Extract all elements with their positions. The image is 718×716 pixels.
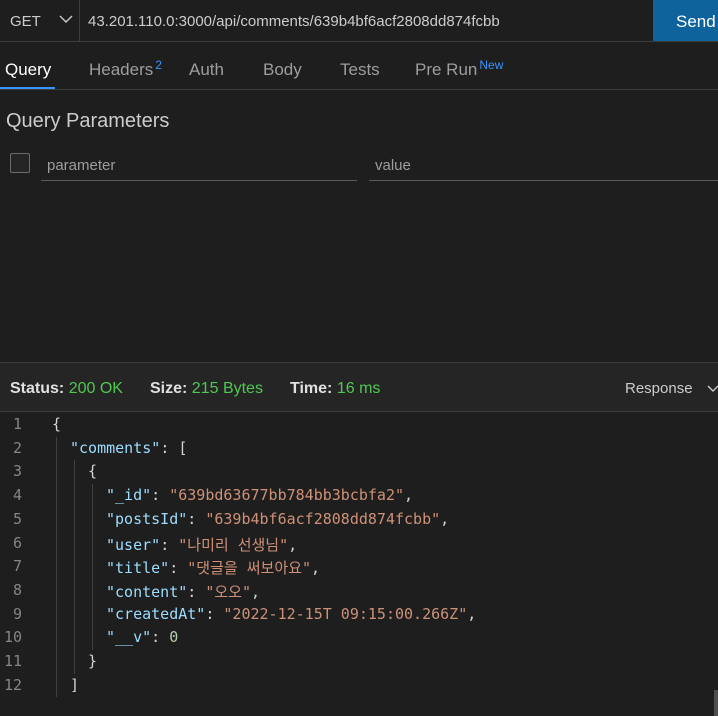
code-line: 7 "title": "댓글을 써보아요", (0, 557, 718, 581)
line-number: 1 (12, 415, 22, 433)
line-number: 6 (12, 533, 22, 552)
code-line: 5 "postsId": "639b4bf6acf2808dd874fcbb", (0, 510, 718, 534)
method-select[interactable]: GET (0, 0, 80, 41)
scrollbar-thumb[interactable] (714, 690, 718, 716)
code-text: { (88, 462, 98, 481)
code-text: "user": "나미리 선생님", (106, 535, 298, 554)
tab-tests[interactable]: Tests (340, 60, 380, 80)
response-view-select[interactable]: Response (625, 380, 693, 397)
response-body[interactable]: 1{2 "comments": [3{4 "_id": "639bd63677bb7… (0, 413, 718, 716)
code-text: "comments": [ (70, 438, 188, 457)
code-line: 4 "_id": "639bd63677bb784bb3bcbfa2", (0, 486, 718, 510)
code-text: "postsId": "639b4bf6acf2808dd874fcbb", (106, 509, 450, 528)
code-line: 12] (0, 676, 718, 700)
code-text: "content": "오오", (106, 582, 261, 601)
request-tabs: Query Headers 2 Auth Body Tests Pre Run Ne… (0, 42, 718, 90)
code-line: 10 "__v": 0 (0, 628, 718, 652)
query-parameters-title: Query Parameters (6, 110, 170, 132)
code-text: } (88, 652, 98, 670)
status-value: 200 OK (68, 380, 123, 397)
chevron-down-icon (59, 15, 73, 23)
value-input[interactable] (369, 150, 718, 181)
line-number: 4 (12, 486, 22, 505)
code-text: "__v": 0 (106, 628, 179, 647)
code-line: 2 "comments": [ (0, 439, 718, 463)
headers-count-badge: 2 (155, 58, 162, 72)
code-line: 3{ (0, 462, 718, 486)
status-info: Status: 200 OK (10, 380, 123, 398)
time-value: 16 ms (336, 380, 381, 397)
tab-label: Pre Run (415, 60, 478, 79)
request-bar: GET 43.201.110.0:3000/api/comments/639b4… (0, 0, 718, 42)
line-number: 7 (12, 557, 22, 576)
tab-label: Query (5, 60, 52, 79)
status-key: Status: (10, 380, 65, 397)
tab-label: Tests (340, 60, 380, 79)
code-line: 9 "createdAt": "2022-12-15T 09:15:00.266Z… (0, 605, 718, 629)
new-badge: New (479, 58, 504, 72)
tab-auth[interactable]: Auth (189, 60, 224, 80)
line-number: 9 (12, 604, 22, 623)
code-line: 6 "user": "나미리 선생님", (0, 534, 718, 558)
url-input[interactable]: 43.201.110.0:3000/api/comments/639b4bf6a… (88, 13, 500, 30)
send-button[interactable]: Send (653, 0, 718, 41)
parameter-input[interactable] (41, 150, 357, 181)
line-number: 11 (3, 652, 22, 670)
code-text: ] (70, 675, 80, 694)
line-number: 12 (3, 675, 22, 694)
tab-headers[interactable]: Headers 2 (89, 58, 162, 80)
chevron-down-icon[interactable] (706, 382, 718, 396)
code-line: 11} (0, 652, 718, 676)
line-number: 5 (12, 509, 22, 528)
active-tab-indicator (0, 87, 55, 89)
tab-label: Auth (189, 60, 224, 79)
size-key: Size: (150, 380, 188, 397)
size-value: 215 Bytes (191, 380, 263, 397)
size-info: Size: 215 Bytes (150, 380, 263, 398)
tab-label: Headers (89, 60, 154, 79)
code-line: 8 "content": "오오", (0, 581, 718, 605)
code-text: "title": "댓글을 써보아요", (106, 559, 321, 578)
code-text: "createdAt": "2022-12-15T 09:15:00.266Z"… (106, 604, 477, 623)
param-enable-checkbox[interactable] (10, 153, 30, 173)
tab-pre-run[interactable]: Pre Run New (415, 58, 504, 80)
tab-label: Body (263, 60, 302, 79)
code-line: 1{ (0, 415, 718, 439)
time-key: Time: (290, 380, 333, 397)
tab-body[interactable]: Body (263, 60, 302, 80)
code-text: "_id": "639bd63677bb784bb3bcbfa2", (106, 486, 414, 505)
response-status-bar: Status: 200 OK Size: 215 Bytes Time: 16 … (0, 362, 718, 412)
time-info: Time: 16 ms (290, 380, 380, 398)
line-number: 10 (3, 628, 22, 647)
line-number: 2 (12, 438, 22, 457)
tab-query[interactable]: Query (5, 60, 51, 80)
method-label: GET (10, 13, 41, 30)
line-number: 3 (12, 462, 22, 481)
code-text: { (52, 415, 62, 433)
line-number: 8 (12, 580, 22, 599)
